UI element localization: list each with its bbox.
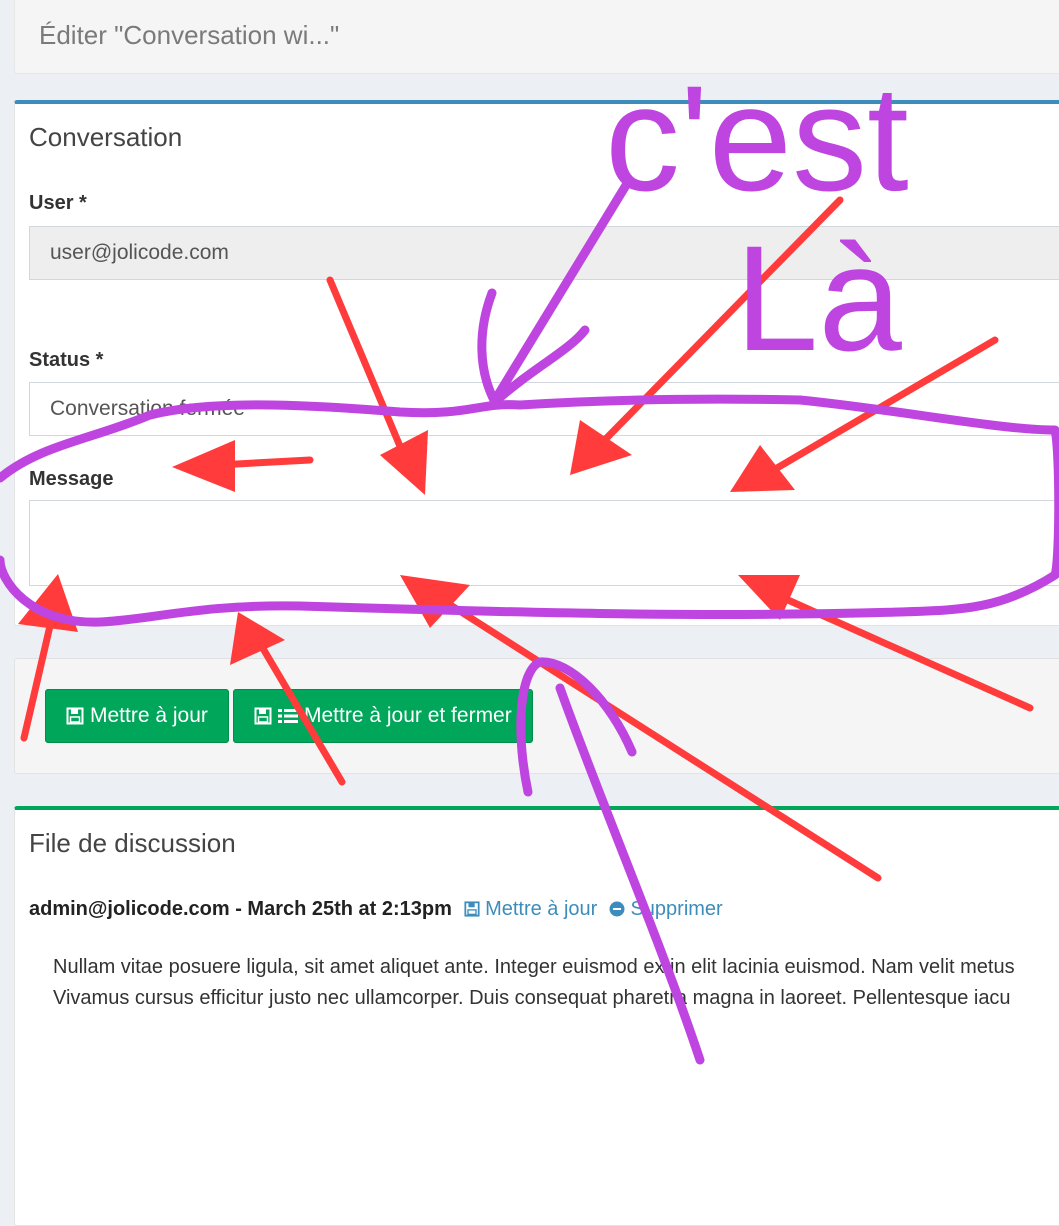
- list-icon: [278, 709, 298, 723]
- user-field[interactable]: user@jolicode.com: [29, 226, 1059, 280]
- thread-entry-meta: admin@jolicode.com - March 25th at 2:13p…: [29, 898, 723, 921]
- update-and-close-button[interactable]: Mettre à jour et fermer: [233, 689, 533, 743]
- thread-entry-message-line: Nullam vitae posuere ligula, sit amet al…: [53, 956, 1015, 978]
- thread-entry-author: admin@jolicode.com - March 25th at 2:13p…: [29, 898, 452, 920]
- thread-entry-message: Nullam vitae posuere ligula, sit amet al…: [53, 952, 1059, 1014]
- remove-icon: [609, 901, 625, 917]
- thread-entry-delete-link[interactable]: Supprimer: [609, 898, 723, 920]
- thread-entry-update-label: Mettre à jour: [485, 898, 598, 920]
- thread-title: File de discussion: [29, 828, 236, 858]
- status-label: Status *: [29, 349, 104, 371]
- update-button-label: Mettre à jour: [90, 704, 208, 727]
- message-textarea[interactable]: [29, 500, 1059, 586]
- status-select[interactable]: Conversation fermée: [29, 382, 1059, 436]
- discussion-thread-box: File de discussion admin@jolicode.com - …: [14, 806, 1059, 1226]
- user-label: User *: [29, 192, 87, 214]
- thread-entry-message-line: Vivamus cursus efficitur justo nec ullam…: [53, 987, 1011, 1009]
- conversation-form-box: Conversation User * user@jolicode.com St…: [14, 100, 1059, 626]
- thread-entry-update-link[interactable]: Mettre à jour: [463, 898, 603, 920]
- save-icon: [254, 707, 272, 725]
- form-title: Conversation: [29, 122, 183, 152]
- update-and-close-button-label: Mettre à jour et fermer: [304, 704, 512, 727]
- page-title: Éditer "Conversation wi...": [39, 20, 340, 50]
- form-actions: Mettre à jour Mettre à jour et fermer: [14, 658, 1059, 774]
- update-button[interactable]: Mettre à jour: [45, 689, 229, 743]
- thread-entry-delete-label: Supprimer: [630, 898, 723, 920]
- message-label: Message: [29, 468, 114, 490]
- save-icon: [66, 707, 84, 725]
- page-header: Éditer "Conversation wi...": [14, 0, 1059, 74]
- save-icon: [463, 901, 480, 917]
